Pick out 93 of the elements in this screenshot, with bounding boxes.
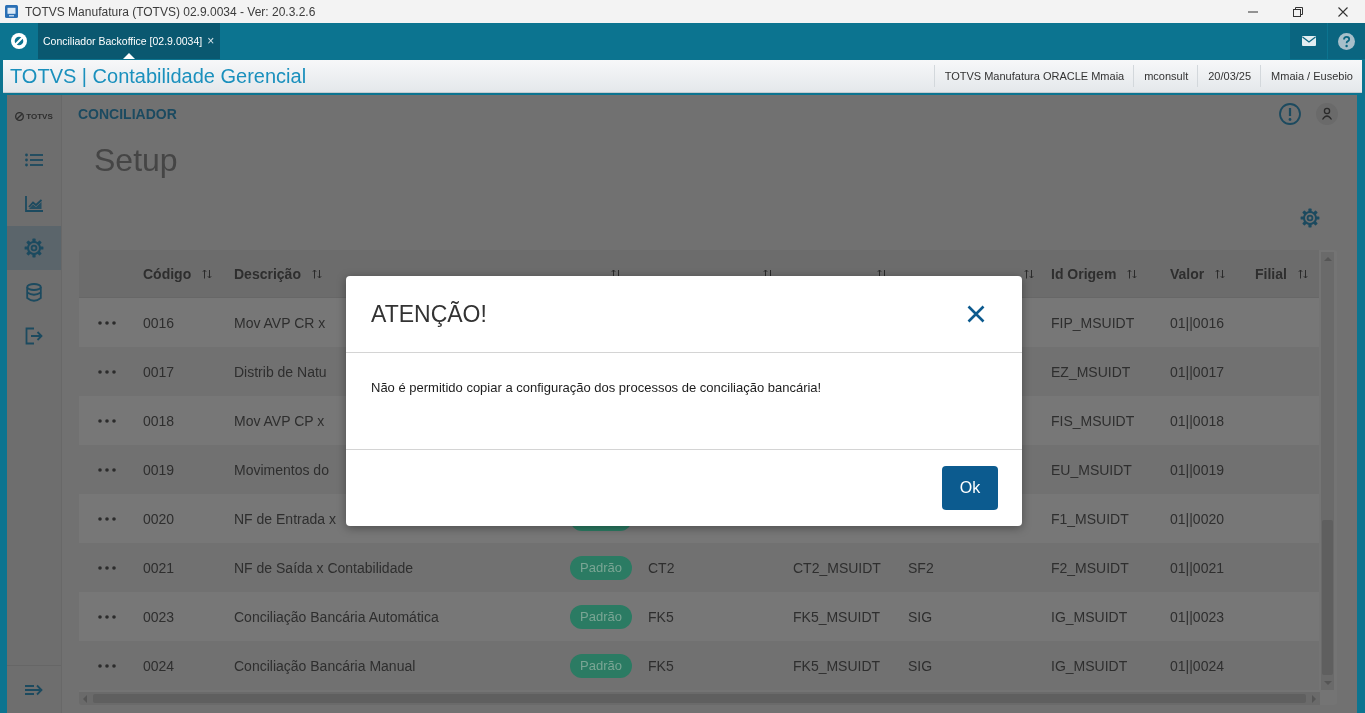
column-header[interactable]: Código — [143, 265, 192, 282]
table-cell: FK5 — [648, 657, 674, 674]
table-cell: 01||0016 — [1170, 314, 1224, 331]
table-cell: F2_MSUIDT — [1051, 559, 1129, 576]
table-cell: FIS_MSUIDT — [1051, 412, 1135, 429]
column-header[interactable]: Id Origem — [1051, 265, 1117, 282]
ok-button[interactable]: Ok — [942, 466, 998, 510]
mail-icon — [1301, 36, 1316, 46]
more-actions-icon[interactable] — [97, 614, 116, 619]
database-icon — [26, 282, 42, 302]
expand-arrow-icon[interactable] — [25, 683, 43, 696]
table-cell: 0021 — [143, 559, 175, 576]
settings-icon[interactable] — [1300, 208, 1320, 228]
more-actions-icon[interactable] — [97, 565, 116, 570]
restore-icon[interactable] — [1293, 6, 1303, 17]
tab[interactable]: Conciliador Backoffice [02.9.0034] × — [38, 23, 221, 59]
dialog-message: Não é permitido copiar a configuração dos processos de conciliação bancária! — [371, 380, 823, 395]
table-cell: 01||0021 — [1170, 559, 1224, 576]
table-cell: FK5_MSUIDT — [793, 608, 881, 625]
menu-item-button[interactable] — [7, 226, 61, 270]
more-actions-icon[interactable] — [97, 663, 116, 668]
table-cell: 01||0020 — [1170, 510, 1224, 527]
more-actions-icon[interactable] — [97, 369, 116, 374]
help-button[interactable] — [1328, 23, 1365, 59]
minimize-icon[interactable] — [1248, 10, 1258, 13]
close-icon[interactable] — [1338, 6, 1348, 17]
table-cell: 01||0023 — [1170, 608, 1224, 625]
table-cell: EZ_MSUIDT — [1051, 363, 1131, 380]
header-info-text: Mmaia / Eusebio — [1260, 65, 1362, 87]
dialog-title: ATENÇÃO! — [371, 300, 487, 328]
table-cell: SIG — [908, 608, 933, 625]
table-cell: EU_MSUIDT — [1051, 461, 1132, 478]
table-cell: CT2 — [648, 559, 675, 576]
table-cell: 0019 — [143, 461, 175, 478]
window-title: TOTVS Manufatura (TOTVS) 02.9.0034 - Ver: 20.3.2.6 — [25, 4, 316, 19]
table-cell: 0017 — [143, 363, 175, 380]
app-window-icon — [5, 5, 18, 18]
table-cell: 01||0017 — [1170, 363, 1224, 380]
logo-text: TOTVS — [26, 112, 53, 121]
status-badge: Padrão — [570, 555, 632, 580]
table-cell: F1_MSUIDT — [1051, 510, 1129, 527]
more-actions-icon[interactable] — [97, 467, 116, 472]
table-cell: FK5 — [648, 608, 674, 625]
table-cell: 01||0024 — [1170, 657, 1224, 674]
user-avatar-icon[interactable] — [1316, 102, 1338, 125]
table-cell: IG_MSUIDT — [1051, 657, 1128, 674]
table-cell: NF de Entrada x — [234, 510, 336, 527]
table-cell: 0020 — [143, 510, 175, 527]
exit-icon — [25, 327, 43, 345]
table-cell: FIP_MSUIDT — [1051, 314, 1135, 331]
table-cell: Mov AVP CP x — [234, 412, 325, 429]
list-icon — [25, 153, 43, 167]
more-actions-icon[interactable] — [97, 320, 116, 325]
table-cell: IG_MSUIDT — [1051, 608, 1128, 625]
table-cell: FK5_MSUIDT — [793, 657, 881, 674]
table-cell: 0018 — [143, 412, 175, 429]
header-info-text: 20/03/25 — [1197, 65, 1261, 87]
status-badge: Padrão — [570, 604, 632, 629]
tab-close-button[interactable]: × — [207, 34, 215, 48]
column-header[interactable]: Filial — [1255, 265, 1287, 282]
app-title: TOTVS | Contabilidade Gerencial — [10, 64, 307, 88]
table-cell: 01||0018 — [1170, 412, 1224, 429]
table-cell: 0016 — [143, 314, 175, 331]
mail-button[interactable] — [1290, 23, 1327, 59]
logo-icon — [15, 112, 25, 121]
table-cell: 01||0019 — [1170, 461, 1224, 478]
table-cell: SIG — [908, 657, 933, 674]
status-badge: Padrão — [570, 653, 632, 678]
table-cell: 0023 — [143, 608, 175, 625]
alert-icon[interactable] — [1279, 102, 1301, 125]
more-actions-icon[interactable] — [97, 516, 116, 521]
header-info-text: TOTVS Manufatura ORACLE Mmaia — [933, 65, 1134, 87]
table-cell: Conciliação Bancária Automática — [234, 608, 439, 625]
table-cell: NF de Saída x Contabilidade — [234, 559, 413, 576]
table-cell: Movimentos do — [234, 461, 329, 478]
table-cell: CT2_MSUIDT — [793, 559, 881, 576]
table-cell: 0024 — [143, 657, 175, 674]
column-header[interactable]: Valor — [1170, 265, 1205, 282]
header-info-text: mconsult — [1133, 65, 1198, 87]
line-chart-icon — [25, 196, 43, 212]
table-cell: SF2 — [908, 559, 934, 576]
logo-icon[interactable] — [11, 33, 27, 49]
close-icon[interactable] — [967, 305, 985, 323]
column-header[interactable]: Descrição — [234, 265, 301, 282]
settings-icon — [24, 238, 44, 258]
horizontal-scrollbar[interactable] — [79, 692, 1320, 705]
table-cell: Conciliação Bancária Manual — [234, 657, 416, 674]
table-cell: Mov AVP CR x — [234, 314, 326, 331]
table-cell: Distrib de Natu — [234, 363, 327, 380]
more-actions-icon[interactable] — [97, 418, 116, 423]
vertical-scrollbar[interactable] — [1321, 252, 1334, 690]
module-title: CONCILIADOR — [78, 105, 177, 122]
help-icon — [1338, 32, 1355, 50]
